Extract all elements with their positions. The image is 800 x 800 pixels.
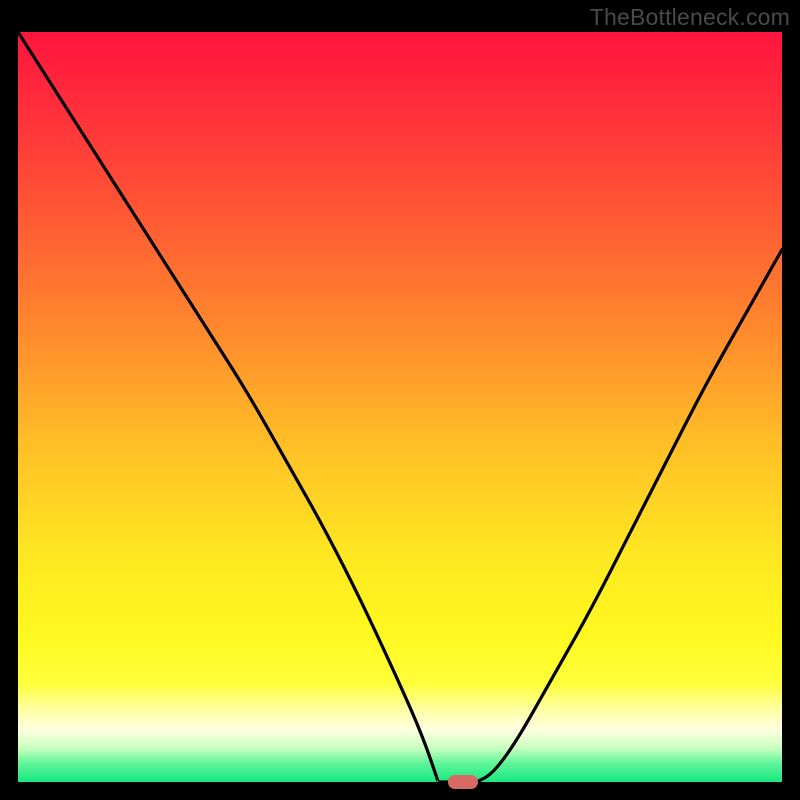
watermark-text: TheBottleneck.com <box>590 4 790 31</box>
chart-frame: TheBottleneck.com <box>0 0 800 800</box>
optimum-marker <box>448 775 478 789</box>
bottleneck-curve <box>18 32 782 782</box>
plot-area <box>18 32 782 782</box>
